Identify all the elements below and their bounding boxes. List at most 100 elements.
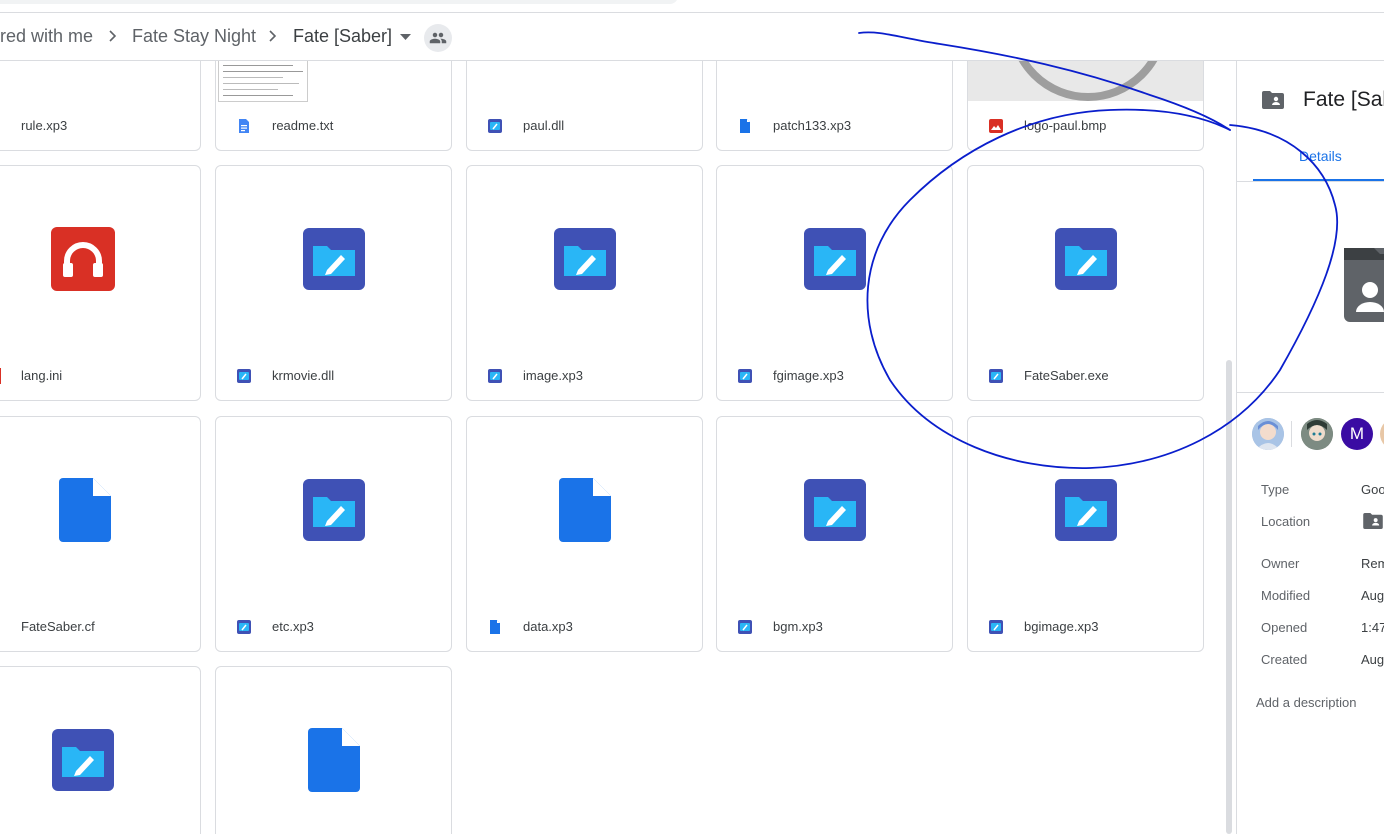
binary-icon: [237, 369, 251, 383]
file-name: paul.dll: [523, 118, 565, 133]
dropdown-arrow-icon[interactable]: [400, 33, 411, 41]
file-name: lang.ini: [21, 368, 63, 383]
doc-icon: [558, 477, 611, 542]
file-card[interactable]: etc.xp3: [215, 416, 452, 652]
binary-icon: [803, 227, 866, 290]
file-name: FateSaber.cf: [21, 619, 95, 634]
audio-icon: [0, 368, 1, 384]
prop-type-value: Goo: [1361, 482, 1384, 497]
prop-opened-label: Opened: [1261, 620, 1308, 635]
doc-icon: [307, 728, 360, 792]
binary-icon: [989, 369, 1003, 383]
shared-users-button[interactable]: [424, 24, 452, 52]
file-name: data.xp3: [523, 619, 573, 634]
shared-folder-icon[interactable]: [1363, 513, 1383, 529]
file-name: bgimage.xp3: [1024, 619, 1099, 634]
file-thumbnail: [968, 166, 1203, 351]
binary-icon: [738, 369, 752, 383]
file-name: image.xp3: [523, 368, 583, 383]
file-card[interactable]: [0, 666, 201, 834]
file-name: fgimage.xp3: [773, 368, 844, 383]
audio-icon: [51, 226, 115, 291]
file-card[interactable]: logo-paul.bmp: [967, 61, 1204, 151]
file-name: etc.xp3: [272, 619, 314, 634]
prop-opened-value: 1:47: [1361, 620, 1384, 635]
people-icon: [429, 32, 447, 44]
avatar[interactable]: [1252, 418, 1284, 450]
doc-icon: [59, 477, 111, 542]
file-thumbnail: [216, 166, 451, 351]
prop-modified-value: Aug: [1361, 588, 1384, 603]
file-card[interactable]: data.xp3: [466, 416, 703, 652]
file-card[interactable]: rule.xp3: [0, 61, 201, 151]
binary-icon: [302, 227, 365, 290]
binary-icon: [803, 478, 866, 541]
shared-folder-icon: [1262, 91, 1284, 109]
file-thumbnail: [717, 417, 952, 602]
image-thumbnail: [968, 61, 1203, 101]
file-thumbnail: [467, 166, 702, 351]
file-card[interactable]: bgimage.xp3: [967, 416, 1204, 652]
file-card[interactable]: FateSaber.cf: [0, 416, 201, 652]
divider: [1237, 392, 1384, 393]
file-card[interactable]: image.xp3: [466, 165, 703, 401]
file-card[interactable]: lang.ini: [0, 165, 201, 401]
add-description-field[interactable]: Add a description: [1256, 695, 1356, 710]
file-thumbnail: [216, 667, 451, 834]
binary-icon: [1054, 227, 1117, 290]
shared-folder-icon: [1344, 248, 1384, 322]
binary-icon: [52, 729, 114, 791]
file-name: bgm.xp3: [773, 619, 823, 634]
file-name: FateSaber.exe: [1024, 368, 1109, 383]
file-thumbnail: [467, 417, 702, 602]
panel-title: Fate [Sal: [1303, 88, 1384, 111]
search-bar[interactable]: [0, 0, 678, 4]
file-name: readme.txt: [272, 118, 334, 133]
avatar[interactable]: [1380, 418, 1384, 450]
binary-icon: [488, 119, 502, 133]
binary-icon: [989, 620, 1003, 634]
binary-icon: [553, 227, 616, 290]
file-name: rule.xp3: [21, 118, 68, 133]
avatar-divider: [1291, 421, 1292, 447]
avatar[interactable]: M: [1341, 418, 1373, 450]
binary-icon: [1054, 478, 1117, 541]
file-card[interactable]: paul.dll: [466, 61, 703, 151]
doc-icon: [740, 119, 750, 133]
tab-details[interactable]: Details: [1253, 141, 1384, 182]
file-grid: rule.xp3 readme.txt paul.dll patch133.xp…: [0, 61, 1222, 834]
file-thumbnail: [0, 417, 200, 602]
file-name: krmovie.dll: [272, 368, 335, 383]
file-card[interactable]: [215, 666, 452, 834]
file-thumbnail: [216, 417, 451, 602]
breadcrumb-item-current[interactable]: Fate [Saber]: [293, 13, 392, 60]
file-name: logo-paul.bmp: [1024, 118, 1107, 133]
file-thumbnail: [0, 667, 200, 834]
file-name: patch133.xp3: [773, 118, 852, 133]
file-card[interactable]: patch133.xp3: [716, 61, 953, 151]
binary-icon: [488, 369, 502, 383]
prop-location-label: Location: [1261, 514, 1311, 529]
doc-icon: [490, 620, 500, 634]
tab-details-label: Details: [1299, 148, 1342, 164]
file-card[interactable]: FateSaber.exe: [967, 165, 1204, 401]
file-card[interactable]: bgm.xp3: [716, 416, 953, 652]
divider: [1237, 181, 1384, 182]
prop-modified-label: Modified: [1261, 588, 1311, 603]
prop-owner-value: Rem: [1361, 556, 1384, 571]
chevron-right-icon: [109, 30, 117, 42]
file-card[interactable]: fgimage.xp3: [716, 165, 953, 401]
file-thumbnail: [0, 166, 200, 351]
chevron-right-icon: [269, 30, 277, 42]
breadcrumb-item-shared[interactable]: red with me: [0, 13, 93, 60]
file-thumbnail: [717, 166, 952, 351]
breadcrumb: red with me Fate Stay Night Fate [Saber]: [0, 13, 1384, 61]
file-card[interactable]: krmovie.dll: [215, 165, 452, 401]
scrollbar-thumb[interactable]: [1226, 360, 1232, 834]
file-thumbnail: [968, 417, 1203, 602]
breadcrumb-item-fate-stay-night[interactable]: Fate Stay Night: [132, 13, 256, 60]
prop-created-label: Created: [1261, 652, 1308, 667]
avatar[interactable]: [1301, 418, 1333, 450]
prop-type-label: Type: [1261, 482, 1290, 497]
file-card[interactable]: readme.txt: [215, 61, 452, 151]
